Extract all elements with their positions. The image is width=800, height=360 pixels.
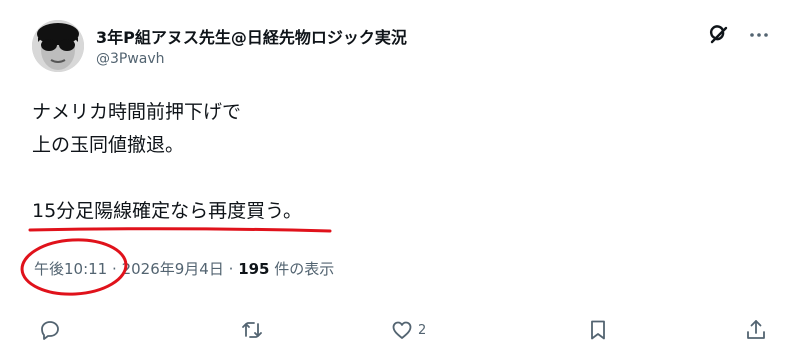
author-display-name[interactable]: 3年P組アヌス先生@日経先物ロジック実況 xyxy=(96,24,407,48)
tweet-date[interactable]: 2026年9月4日 xyxy=(122,260,224,278)
share-button[interactable] xyxy=(744,312,768,348)
like-icon xyxy=(392,321,412,339)
retweet-button[interactable] xyxy=(240,312,264,348)
reply-icon xyxy=(41,321,59,340)
tweet-line xyxy=(32,162,302,195)
tweet-line: 上の玉同値撤退。 xyxy=(32,134,185,156)
meta-separator: · xyxy=(228,260,234,278)
tweet-text: ナメリカ時間前押下げで 上の玉同値撤退。 15分足陽線確定なら再度買う。 xyxy=(32,96,302,228)
tweet-line: 15分足陽線確定なら再度買う。 xyxy=(32,200,303,222)
author-handle[interactable]: @3Pwavh xyxy=(96,51,165,67)
avatar[interactable] xyxy=(32,20,84,72)
like-count: 2 xyxy=(418,322,427,338)
bookmark-button[interactable] xyxy=(586,312,610,348)
tweet-line: ナメリカ時間前押下げで xyxy=(32,101,242,123)
avatar-image xyxy=(32,20,84,72)
red-circle-annotation xyxy=(20,238,128,296)
views-count: 195 xyxy=(238,260,270,278)
retweet-icon xyxy=(242,322,262,338)
red-underline-annotation xyxy=(28,227,332,233)
more-icon[interactable] xyxy=(746,22,772,48)
like-button[interactable]: 2 xyxy=(390,312,426,348)
bookmark-icon xyxy=(591,320,605,340)
views-label: 件の表示 xyxy=(274,260,335,278)
reply-button[interactable] xyxy=(38,312,62,348)
action-bar: 2 xyxy=(0,312,800,348)
grok-icon[interactable] xyxy=(706,22,732,48)
share-icon xyxy=(747,320,765,339)
